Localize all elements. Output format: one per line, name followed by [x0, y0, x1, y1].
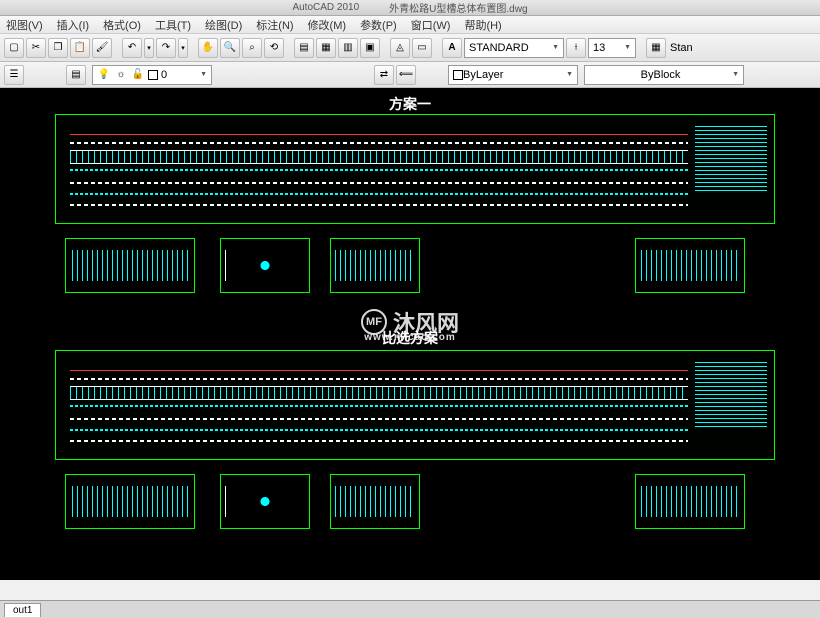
menu-tools[interactable]: 工具(T) — [155, 17, 191, 33]
scheme2-title: 比选方案 — [382, 328, 438, 348]
color-combo[interactable]: ByLayer ▼ — [448, 65, 578, 85]
scheme2-detail-2 — [220, 474, 310, 529]
layout-tabs: out1 — [0, 600, 820, 618]
menu-bar: 视图(V) 插入(I) 格式(O) 工具(T) 绘图(D) 标注(N) 修改(M… — [0, 16, 820, 34]
dim-style-value: 13 — [593, 42, 605, 54]
scheme2-detail-3 — [330, 474, 420, 529]
color-value: ByLayer — [463, 69, 503, 81]
scheme1-elevation — [55, 114, 775, 224]
layer-iso-icon[interactable]: ⇄ — [374, 65, 394, 85]
chevron-down-icon: ▼ — [552, 44, 559, 51]
markup-icon[interactable]: ◬ — [390, 38, 410, 58]
menu-help[interactable]: 帮助(H) — [464, 17, 501, 33]
paste-icon[interactable]: 📋 — [70, 38, 90, 58]
undo-icon[interactable]: ↶ — [122, 38, 142, 58]
chevron-down-icon: ▼ — [732, 71, 739, 78]
scheme1-detail-2 — [220, 238, 310, 293]
table-style-value: Stan — [668, 42, 695, 54]
scheme1-table — [635, 238, 745, 293]
linetype-value: ByBlock — [589, 69, 732, 81]
lock-icon: 🔓 — [131, 68, 145, 82]
tool-palettes-icon[interactable]: ▥ — [338, 38, 358, 58]
properties-icon[interactable]: ▤ — [294, 38, 314, 58]
layer-prev-icon[interactable]: ⟸ — [396, 65, 416, 85]
menu-dim[interactable]: 标注(N) — [256, 17, 293, 33]
layer-toolbar: ☰ ▤ 💡 ☼ 🔓 0 ▼ ⇄ ⟸ ByLayer ▼ ByBlock ▼ — [0, 62, 820, 88]
tab-layout1[interactable]: out1 — [4, 603, 41, 617]
text-style-combo[interactable]: STANDARD ▼ — [464, 38, 564, 58]
pan-icon[interactable]: ✋ — [198, 38, 218, 58]
calc-icon[interactable]: ▭ — [412, 38, 432, 58]
scheme1-detail-3 — [330, 238, 420, 293]
open-icon[interactable]: ✂ — [26, 38, 46, 58]
new-icon[interactable]: ▢ — [4, 38, 24, 58]
layer-combo[interactable]: 💡 ☼ 🔓 0 ▼ — [92, 65, 212, 85]
copy-icon[interactable]: ❐ — [48, 38, 68, 58]
scheme1-title: 方案一 — [389, 94, 431, 114]
linetype-combo[interactable]: ByBlock ▼ — [584, 65, 744, 85]
table-style-icon[interactable]: ▦ — [646, 38, 666, 58]
app-name: AutoCAD 2010 — [292, 2, 359, 13]
undo-dropdown-icon[interactable]: ▾ — [144, 38, 154, 58]
menu-view[interactable]: 视图(V) — [6, 17, 43, 33]
zoom-prev-icon[interactable]: ⟲ — [264, 38, 284, 58]
layer-props-icon[interactable]: ☰ — [4, 65, 24, 85]
title-bar: AutoCAD 2010 外青松路U型槽总体布置图.dwg — [0, 0, 820, 16]
layer-color-swatch — [148, 70, 158, 80]
text-style-value: STANDARD — [469, 42, 529, 54]
standard-toolbar: ▢ ✂ ❐ 📋 🖌 ↶ ▾ ↷ ▾ ✋ 🔍 ⌕ ⟲ ▤ ▦ ▥ ▣ ◬ ▭ A … — [0, 34, 820, 62]
scheme2-detail-1 — [65, 474, 195, 529]
sun-icon: ☼ — [114, 68, 128, 82]
menu-draw[interactable]: 绘图(D) — [205, 17, 242, 33]
menu-format[interactable]: 格式(O) — [103, 17, 141, 33]
menu-param[interactable]: 参数(P) — [360, 17, 397, 33]
redo-dropdown-icon[interactable]: ▾ — [178, 38, 188, 58]
chevron-down-icon: ▼ — [200, 71, 207, 78]
menu-modify[interactable]: 修改(M) — [308, 17, 347, 33]
design-center-icon[interactable]: ▦ — [316, 38, 336, 58]
layer-name: 0 — [161, 69, 167, 81]
layer-manager-icon[interactable]: ▤ — [66, 65, 86, 85]
scheme2-table — [635, 474, 745, 529]
file-name: 外青松路U型槽总体布置图.dwg — [389, 0, 527, 15]
scheme2-elevation — [55, 350, 775, 460]
redo-icon[interactable]: ↷ — [156, 38, 176, 58]
text-style-icon[interactable]: A — [442, 38, 462, 58]
menu-insert[interactable]: 插入(I) — [57, 17, 89, 33]
callout-lines — [695, 362, 767, 427]
bulb-icon: 💡 — [97, 68, 111, 82]
dim-style-combo[interactable]: 13 ▼ — [588, 38, 636, 58]
drawing-canvas[interactable]: 方案一 比选方案 MF 沐风网 www.mfcad.com — [0, 88, 820, 580]
match-icon[interactable]: 🖌 — [92, 38, 112, 58]
zoom-window-icon[interactable]: ⌕ — [242, 38, 262, 58]
chevron-down-icon: ▼ — [624, 44, 631, 51]
chevron-down-icon: ▼ — [566, 71, 573, 78]
color-swatch — [453, 70, 463, 80]
zoom-realtime-icon[interactable]: 🔍 — [220, 38, 240, 58]
scheme1-detail-1 — [65, 238, 195, 293]
dim-style-icon[interactable]: ⟊ — [566, 38, 586, 58]
callout-lines — [695, 126, 767, 191]
menu-window[interactable]: 窗口(W) — [411, 17, 451, 33]
sheet-set-icon[interactable]: ▣ — [360, 38, 380, 58]
